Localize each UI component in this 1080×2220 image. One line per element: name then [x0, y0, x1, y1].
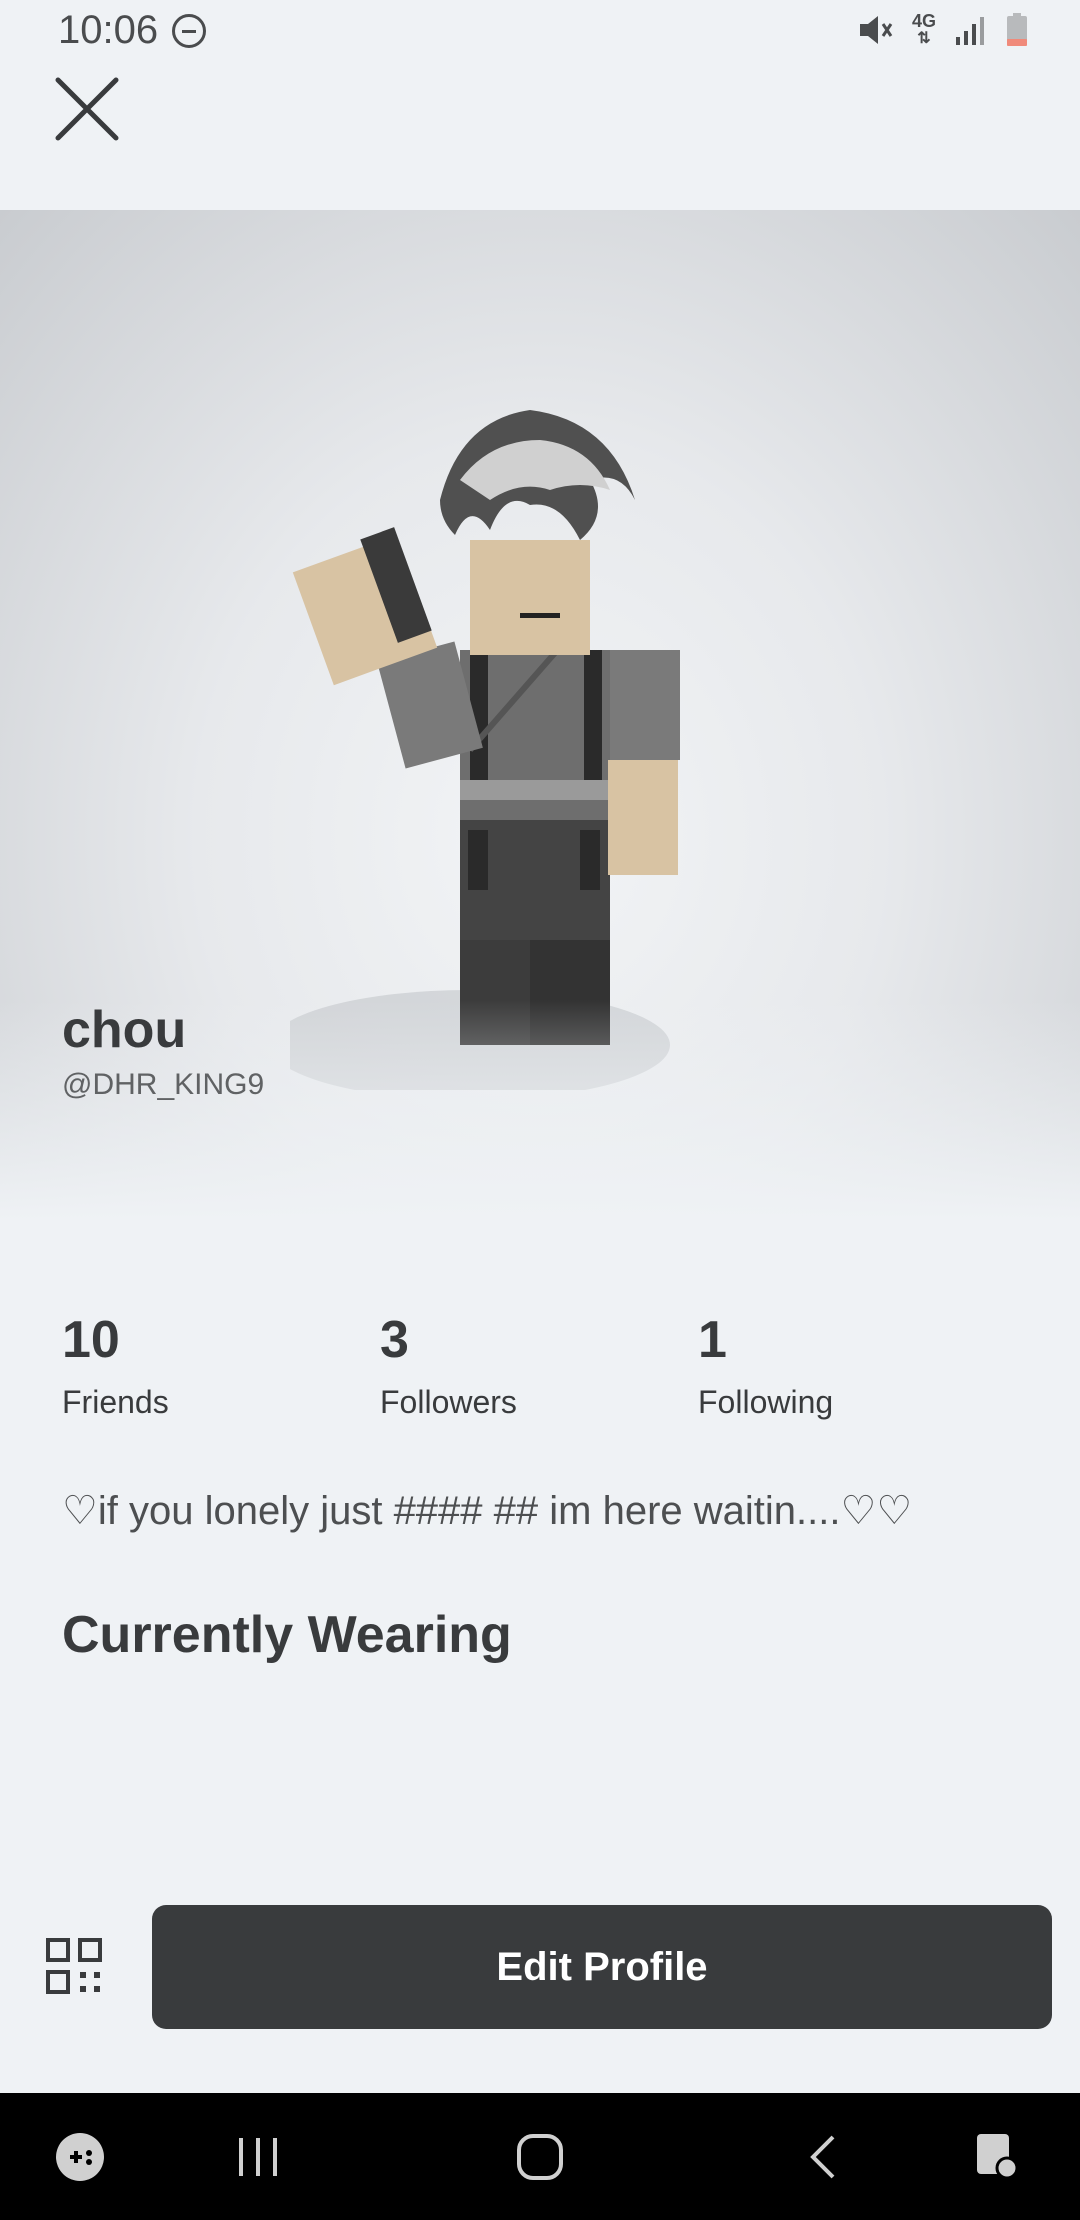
edit-profile-button[interactable]: Edit Profile — [152, 1905, 1052, 2029]
status-icons: 4G ⇅ — [858, 12, 1028, 48]
home-icon — [517, 2134, 563, 2180]
screen-lock-icon — [977, 2134, 1019, 2180]
following-count: 1 — [698, 1311, 727, 1369]
mute-icon — [859, 16, 893, 44]
avatar-image — [290, 410, 680, 1090]
game-launcher-button[interactable] — [50, 2125, 110, 2189]
battery-icon — [1007, 13, 1027, 46]
friends-stat[interactable]: 10 Friends — [62, 1310, 169, 1421]
qr-code-button[interactable] — [46, 1938, 102, 1994]
system-nav-bar — [0, 2093, 1080, 2220]
do-not-disturb-icon — [172, 14, 206, 48]
following-stat[interactable]: 1 Following — [698, 1310, 833, 1421]
status-time: 10:06 — [58, 8, 159, 52]
profile-bio: ♡if you lonely just #### ## im here wait… — [62, 1489, 913, 1533]
close-button[interactable] — [52, 74, 122, 144]
screen-lock-button[interactable] — [970, 2125, 1026, 2189]
followers-label: Followers — [380, 1384, 517, 1420]
network-label: 4G — [911, 11, 936, 31]
friends-count: 10 — [62, 1311, 120, 1369]
username: @DHR_KING9 — [62, 1068, 265, 1101]
friends-label: Friends — [62, 1384, 169, 1420]
game-launcher-icon — [56, 2133, 104, 2181]
close-icon — [55, 77, 119, 141]
recents-icon — [239, 2138, 277, 2176]
back-icon — [810, 2135, 835, 2179]
following-label: Following — [698, 1384, 834, 1420]
back-button[interactable] — [800, 2125, 844, 2189]
followers-count: 3 — [380, 1311, 409, 1369]
network-type: 4G ⇅ — [912, 12, 936, 48]
followers-stat[interactable]: 3 Followers — [380, 1310, 517, 1421]
signal-icon — [956, 17, 984, 45]
recents-button[interactable] — [232, 2125, 284, 2189]
status-bar: 10:06 4G ⇅ — [0, 0, 1080, 64]
data-arrows-icon: ⇅ — [917, 30, 931, 47]
qr-code-icon — [46, 1938, 102, 1994]
display-name: chou — [62, 1001, 187, 1059]
home-button[interactable] — [510, 2125, 570, 2189]
currently-wearing-title: Currently Wearing — [62, 1606, 512, 1664]
